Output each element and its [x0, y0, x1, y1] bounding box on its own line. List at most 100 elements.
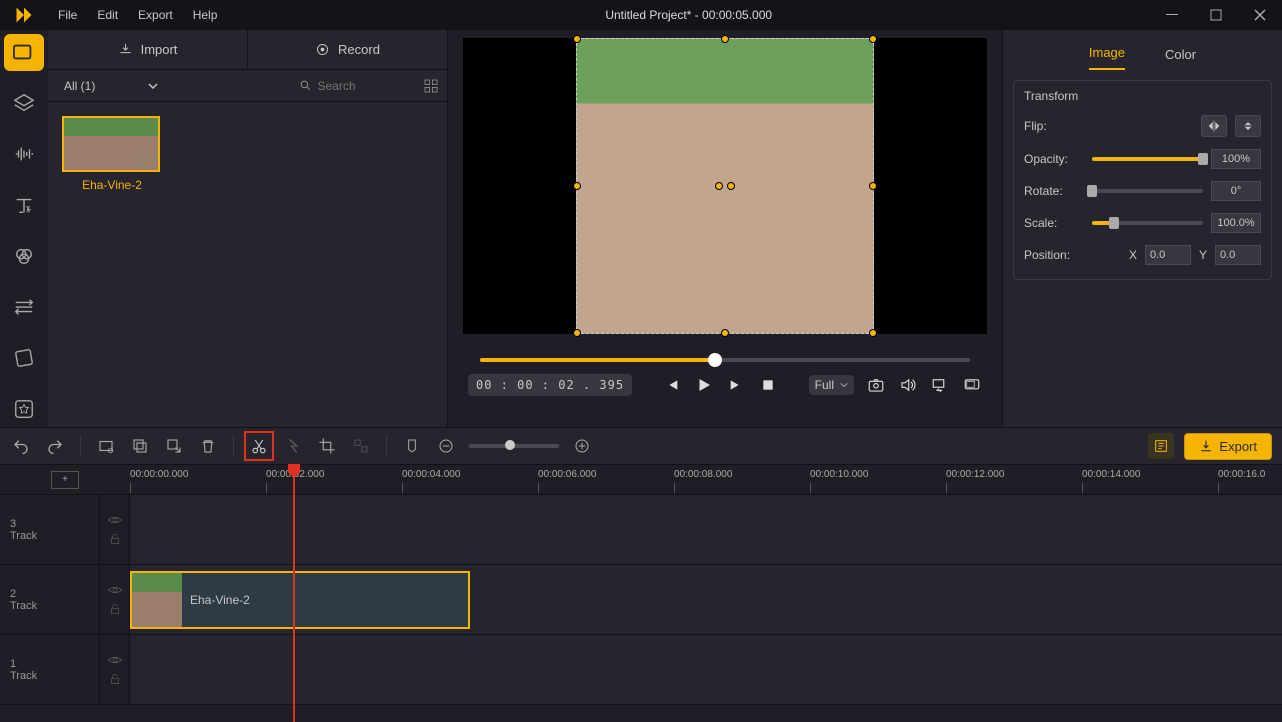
flip-label: Flip:	[1024, 119, 1084, 133]
props-tab-image[interactable]: Image	[1089, 45, 1125, 70]
rotate-value[interactable]: 0°	[1211, 181, 1261, 201]
search-input[interactable]	[318, 79, 378, 93]
media-filter-dropdown[interactable]: All (1)	[56, 79, 166, 93]
ruler-tick: 00:00:06.000	[538, 469, 596, 480]
scale-value[interactable]: 100.0%	[1211, 213, 1261, 233]
minimize-button[interactable]	[1150, 0, 1194, 30]
transform-panel: Transform Flip: Opacity: 100% Rotate: 0°…	[1013, 80, 1272, 280]
media-panel: Import Record All (1) Eha-Vine-2	[48, 30, 448, 427]
adjust-button	[350, 435, 372, 457]
menu-export[interactable]: Export	[128, 0, 183, 30]
fullscreen-button[interactable]	[962, 375, 982, 395]
lock-icon[interactable]	[108, 532, 122, 546]
preview-canvas[interactable]	[463, 38, 987, 334]
menu-file[interactable]: File	[48, 0, 87, 30]
timeline-clip[interactable]: Eha-Vine-2	[130, 571, 470, 629]
opacity-slider[interactable]	[1092, 157, 1203, 161]
preview-frame[interactable]	[576, 38, 874, 334]
zoom-slider[interactable]	[469, 444, 559, 448]
paste-button[interactable]	[163, 435, 185, 457]
audio-tab-icon[interactable]	[4, 136, 44, 173]
volume-button[interactable]	[898, 375, 918, 395]
track-label: Track	[10, 600, 99, 612]
ruler-tick: 00:00:04.000	[402, 469, 460, 480]
view-grid-icon[interactable]	[423, 78, 439, 94]
detach-button[interactable]	[930, 375, 950, 395]
export-button[interactable]: Export	[1184, 433, 1272, 460]
media-tab-icon[interactable]	[4, 34, 44, 71]
snapshot-button[interactable]	[866, 375, 886, 395]
left-tool-rail	[0, 30, 48, 427]
lock-icon[interactable]	[108, 672, 122, 686]
timeline-ruler[interactable]: + 00:00:00.000 00:00:02.000 00:00:04.000…	[0, 465, 1282, 495]
media-thumbnail[interactable]: Eha-Vine-2	[62, 116, 162, 192]
cut-tool-button[interactable]	[95, 435, 117, 457]
properties-panel: Image Color Transform Flip: Opacity: 100…	[1002, 30, 1282, 427]
opacity-label: Opacity:	[1024, 152, 1084, 166]
track-body[interactable]	[130, 495, 1282, 564]
track-number: 3	[10, 518, 99, 530]
menu-help[interactable]: Help	[183, 0, 228, 30]
export-icon	[1199, 439, 1213, 453]
fit-dropdown[interactable]: Full	[809, 375, 854, 395]
track-body[interactable]	[130, 635, 1282, 704]
redo-button[interactable]	[44, 435, 66, 457]
transitions-tab-icon[interactable]	[4, 288, 44, 325]
text-tab-icon[interactable]	[4, 187, 44, 224]
menu-edit[interactable]: Edit	[87, 0, 128, 30]
visibility-icon[interactable]	[107, 514, 123, 526]
flip-vertical-button[interactable]	[1235, 115, 1261, 137]
render-button[interactable]	[1148, 433, 1174, 459]
close-button[interactable]	[1238, 0, 1282, 30]
track-row-1: 1 Track	[0, 635, 1282, 705]
delete-button[interactable]	[197, 435, 219, 457]
layers-tab-icon[interactable]	[4, 85, 44, 122]
pos-x-label: X	[1129, 248, 1137, 262]
crop-button[interactable]	[316, 435, 338, 457]
track-body[interactable]: Eha-Vine-2	[130, 565, 1282, 634]
visibility-icon[interactable]	[107, 654, 123, 666]
effects-tab-icon[interactable]	[4, 339, 44, 376]
visibility-icon[interactable]	[107, 584, 123, 596]
record-tab[interactable]: Record	[247, 30, 447, 69]
filters-tab-icon[interactable]	[4, 238, 44, 275]
pos-x-input[interactable]: 0.0	[1145, 245, 1191, 265]
prev-frame-button[interactable]	[662, 375, 682, 395]
title-bar: File Edit Export Help Untitled Project* …	[0, 0, 1282, 30]
maximize-button[interactable]	[1194, 0, 1238, 30]
pos-y-label: Y	[1199, 248, 1207, 262]
add-track-button[interactable]: +	[51, 471, 79, 489]
copy-button[interactable]	[129, 435, 151, 457]
favorites-tab-icon[interactable]	[4, 390, 44, 427]
chevron-down-icon	[148, 81, 158, 91]
clip-thumbnail	[132, 573, 182, 627]
scale-label: Scale:	[1024, 216, 1084, 230]
pos-y-input[interactable]: 0.0	[1215, 245, 1261, 265]
zoom-in-button[interactable]	[571, 435, 593, 457]
marker-button[interactable]	[401, 435, 423, 457]
ruler-tick: 00:00:14.000	[1082, 469, 1140, 480]
preview-panel: 00 : 00 : 02 . 395 Full	[448, 30, 1002, 427]
track-label: Track	[10, 670, 99, 682]
preview-progress[interactable]	[480, 358, 970, 362]
track-number: 2	[10, 588, 99, 600]
flip-horizontal-button[interactable]	[1201, 115, 1227, 137]
media-search[interactable]	[299, 79, 416, 93]
next-frame-button[interactable]	[726, 375, 746, 395]
ruler-tick: 00:00:00.000	[130, 469, 188, 480]
rotate-slider[interactable]	[1092, 189, 1203, 193]
split-button-highlighted[interactable]	[244, 431, 274, 461]
record-label: Record	[338, 42, 380, 57]
scale-slider[interactable]	[1092, 221, 1203, 225]
zoom-out-button[interactable]	[435, 435, 457, 457]
position-label: Position:	[1024, 248, 1084, 262]
props-tab-color[interactable]: Color	[1165, 47, 1196, 70]
playhead[interactable]	[293, 465, 295, 722]
track-row-2: 2 Track Eha-Vine-2	[0, 565, 1282, 635]
import-tab[interactable]: Import	[48, 30, 247, 69]
undo-button[interactable]	[10, 435, 32, 457]
opacity-value[interactable]: 100%	[1211, 149, 1261, 169]
play-button[interactable]	[694, 375, 714, 395]
lock-icon[interactable]	[108, 602, 122, 616]
stop-button[interactable]	[758, 375, 778, 395]
